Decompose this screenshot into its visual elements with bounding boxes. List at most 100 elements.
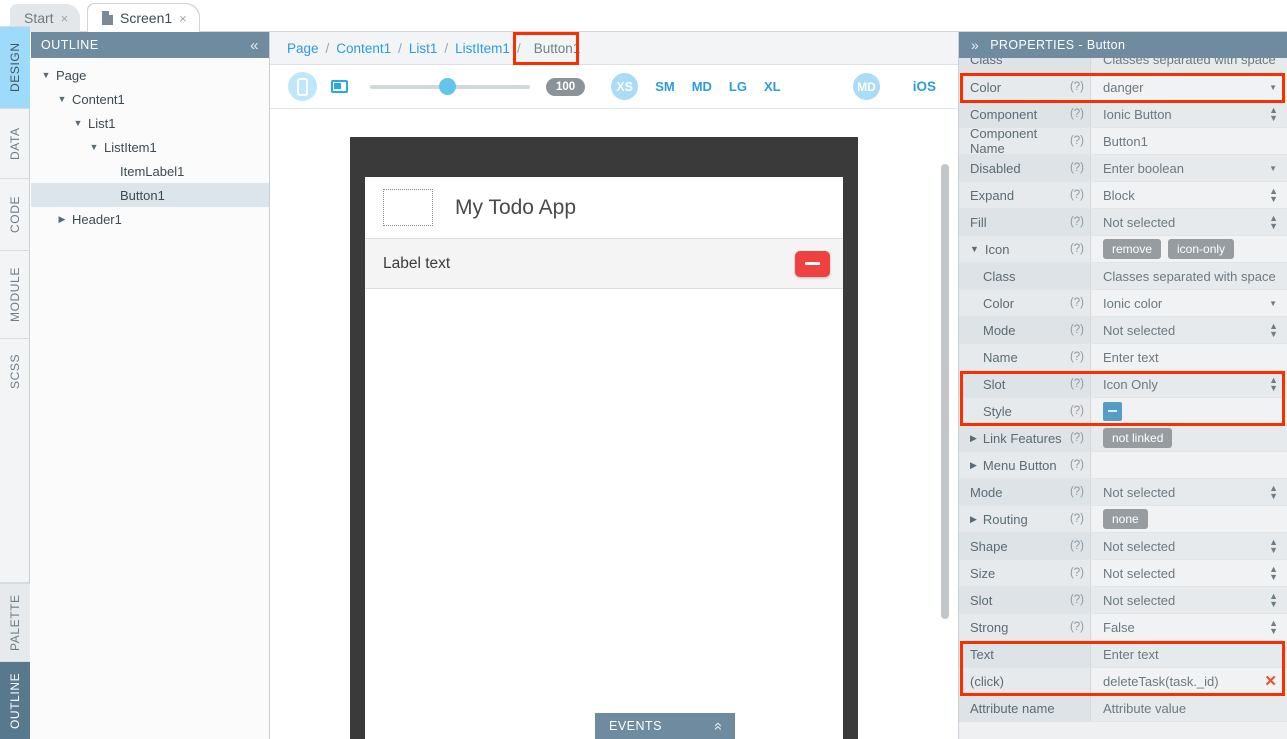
property-value[interactable]: Not selected ▲ ▼	[1091, 560, 1287, 586]
caret-down-icon[interactable]: ▼	[73, 118, 83, 128]
property-row-color[interactable]: Color (?) danger ▼	[959, 74, 1287, 101]
remove-binding-icon[interactable]: ✕	[1264, 672, 1277, 690]
breadcrumb-item-button1[interactable]: Button1	[528, 39, 587, 58]
spinner-icon[interactable]: ▲ ▼	[1269, 565, 1278, 582]
rail-item-module[interactable]: MODULE	[0, 250, 30, 338]
property-value[interactable]: Icon Only ▲ ▼	[1091, 371, 1287, 397]
caret-right-icon[interactable]: ▶	[57, 214, 67, 224]
property-value[interactable]: Not selected ▲ ▼	[1091, 317, 1287, 343]
property-row-color[interactable]: Color (?) Ionic color ▼	[959, 290, 1287, 317]
property-row-mode[interactable]: Mode (?) Not selected ▲ ▼	[959, 479, 1287, 506]
outline-node-listitem1[interactable]: ▼ ListItem1	[31, 135, 269, 159]
property-value[interactable]: Ionic color ▼	[1091, 290, 1287, 316]
spinner-icon[interactable]: ▲ ▼	[1269, 619, 1278, 636]
property-row-icon[interactable]: ▼ Icon (?) remove icon-only	[959, 236, 1287, 263]
property-value[interactable]: danger ▼	[1091, 74, 1287, 100]
spinner-icon[interactable]: ▲ ▼	[1269, 106, 1278, 123]
property-row-name[interactable]: Name (?) Enter text	[959, 344, 1287, 371]
mode-badge[interactable]: MD	[853, 73, 880, 100]
tab-start-close-icon[interactable]: ×	[61, 11, 69, 26]
property-value[interactable]: Enter boolean ▼	[1091, 155, 1287, 181]
property-row-class[interactable]: Class Classes separated with space	[959, 58, 1287, 74]
property-row-expand[interactable]: Expand (?) Block ▲ ▼	[959, 182, 1287, 209]
help-hint-icon[interactable]: (?)	[1070, 405, 1084, 417]
help-hint-icon[interactable]: (?)	[1070, 432, 1084, 444]
spinner-icon[interactable]: ▲ ▼	[1269, 592, 1278, 609]
outline-node-page[interactable]: ▼ Page	[31, 63, 269, 87]
property-value[interactable]	[1091, 398, 1287, 424]
help-hint-icon[interactable]: (?)	[1070, 189, 1084, 201]
outline-node-button1[interactable]: ▶Button1	[31, 183, 269, 207]
property-row-shape[interactable]: Shape (?) Not selected ▲ ▼	[959, 533, 1287, 560]
breakpoint-lg[interactable]: LG	[729, 79, 747, 94]
property-row-style[interactable]: Style (?)	[959, 398, 1287, 425]
chevron-down-icon[interactable]: ▼	[1269, 164, 1277, 173]
property-value[interactable]: not linked	[1091, 425, 1287, 451]
property-row-class[interactable]: Class Classes separated with space	[959, 263, 1287, 290]
design-canvas[interactable]: My Todo App Label text EVENTS «	[270, 109, 958, 739]
property-value[interactable]: Not selected ▲ ▼	[1091, 587, 1287, 613]
property-row-text[interactable]: Text Enter text	[959, 641, 1287, 668]
property-row-component[interactable]: Component (?) Ionic Button ▲ ▼	[959, 101, 1287, 128]
property-value[interactable]: Not selected ▲ ▼	[1091, 533, 1287, 559]
outline-node-header1[interactable]: ▶ Header1	[31, 207, 269, 231]
tab-screen1-close-icon[interactable]: ×	[179, 11, 187, 26]
help-hint-icon[interactable]: (?)	[1070, 216, 1084, 228]
property-value[interactable]: False ▲ ▼	[1091, 614, 1287, 640]
breakpoint-md[interactable]: MD	[692, 79, 712, 94]
property-value[interactable]: Button1	[1091, 128, 1287, 154]
property-row-routing[interactable]: ▶ Routing (?) none	[959, 506, 1287, 533]
property-row-click[interactable]: (click) deleteTask(task._id) ✕	[959, 668, 1287, 695]
breakpoint-xs-active[interactable]: XS	[611, 73, 639, 100]
property-value[interactable]: remove icon-only	[1091, 236, 1287, 262]
tablet-icon[interactable]	[331, 80, 348, 93]
property-value[interactable]: Classes separated with space	[1091, 58, 1287, 73]
property-row-slot[interactable]: Slot (?) Icon Only ▲ ▼	[959, 371, 1287, 398]
property-badge[interactable]: icon-only	[1168, 239, 1235, 259]
property-value[interactable]: Enter text	[1091, 344, 1287, 370]
platform-label[interactable]: iOS	[913, 79, 936, 94]
canvas-scrollbar[interactable]	[941, 164, 949, 619]
property-value[interactable]: Attribute value	[1091, 695, 1287, 721]
help-hint-icon[interactable]: (?)	[1070, 162, 1084, 174]
breadcrumb-item-page[interactable]: Page	[287, 41, 319, 56]
spinner-icon[interactable]: ▲ ▼	[1269, 376, 1278, 393]
outline-node-content1[interactable]: ▼ Content1	[31, 87, 269, 111]
rail-item-code[interactable]: CODE	[0, 178, 30, 250]
help-hint-icon[interactable]: (?)	[1070, 297, 1084, 309]
breadcrumb-item-listitem1[interactable]: ListItem1	[455, 41, 510, 56]
help-hint-icon[interactable]: (?)	[1070, 621, 1084, 633]
spinner-icon[interactable]: ▲ ▼	[1269, 322, 1278, 339]
phone-icon[interactable]	[288, 72, 317, 101]
help-hint-icon[interactable]: (?)	[1070, 135, 1084, 147]
events-panel-bar[interactable]: EVENTS «	[595, 713, 735, 739]
property-badge[interactable]: remove	[1103, 239, 1162, 259]
property-row-size[interactable]: Size (?) Not selected ▲ ▼	[959, 560, 1287, 587]
chevron-right-double-icon[interactable]: »	[971, 37, 979, 53]
help-hint-icon[interactable]: (?)	[1070, 324, 1084, 336]
caret-down-icon[interactable]: ▼	[89, 142, 99, 152]
help-hint-icon[interactable]: (?)	[1070, 567, 1084, 579]
property-row-strong[interactable]: Strong (?) False ▲ ▼	[959, 614, 1287, 641]
outline-node-itemlabel1[interactable]: ▶ItemLabel1	[31, 159, 269, 183]
chevron-down-icon[interactable]: ▼	[1269, 299, 1277, 308]
property-row-menu-button[interactable]: ▶ Menu Button (?)	[959, 452, 1287, 479]
property-badge[interactable]: not linked	[1103, 428, 1173, 448]
icon-style-swatch[interactable]	[1103, 401, 1122, 421]
help-hint-icon[interactable]: (?)	[1070, 351, 1084, 363]
help-hint-icon[interactable]: (?)	[1070, 486, 1084, 498]
property-row-link-features[interactable]: ▶ Link Features (?) not linked	[959, 425, 1287, 452]
caret-right-icon[interactable]: ▶	[970, 433, 977, 444]
help-hint-icon[interactable]: (?)	[1070, 243, 1084, 255]
property-value[interactable]: Block ▲ ▼	[1091, 182, 1287, 208]
property-value[interactable]: none	[1091, 506, 1287, 532]
help-hint-icon[interactable]: (?)	[1070, 513, 1084, 525]
breadcrumb-item-content1[interactable]: Content1	[336, 41, 391, 56]
caret-right-icon[interactable]: ▶	[970, 460, 977, 471]
help-hint-icon[interactable]: (?)	[1070, 81, 1084, 93]
rail-item-outline[interactable]: OUTLINE	[0, 661, 30, 739]
tab-screen1[interactable]: Screen1 ×	[88, 4, 199, 32]
breakpoint-sm[interactable]: SM	[655, 79, 675, 94]
header-placeholder-box[interactable]	[383, 189, 433, 226]
rail-item-design[interactable]: DESIGN	[0, 26, 30, 108]
